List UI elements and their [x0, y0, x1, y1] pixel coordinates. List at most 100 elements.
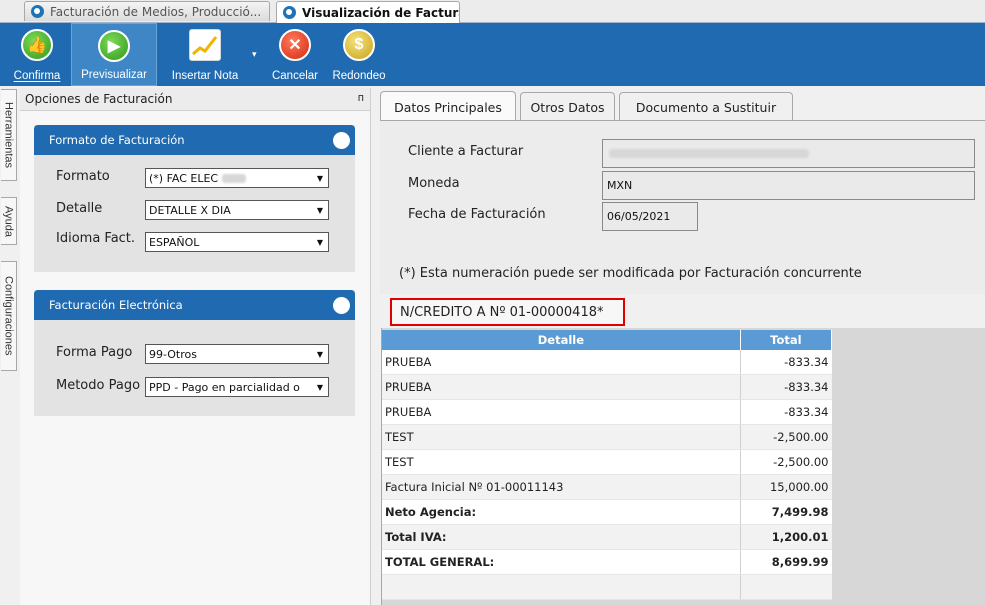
- fecha-label: Fecha de Facturación: [408, 207, 546, 222]
- forma-pago-row: Forma Pago: [56, 345, 132, 360]
- column-header-total[interactable]: Total: [740, 330, 833, 350]
- previsualizar-label: Previsualizar: [81, 69, 147, 81]
- metodo-pago-select[interactable]: PPD - Pago en parcialidad o ▼: [145, 377, 329, 397]
- collapse-icon[interactable]: [333, 297, 350, 314]
- group-header: Facturación Electrónica: [34, 290, 355, 320]
- toolbar-ribbon: 👍 Confirma ▶ Previsualizar Insertar Nota…: [0, 23, 985, 86]
- side-tab-ayuda[interactable]: Ayuda: [1, 197, 17, 245]
- detalle-cell: PRUEBA: [382, 350, 741, 375]
- insertar-nota-dropdown-icon[interactable]: ▾: [252, 50, 257, 60]
- chevron-down-icon: ▼: [312, 169, 328, 187]
- idioma-row: Idioma Fact.: [56, 231, 135, 246]
- grid-header-row: Detalle Total: [382, 330, 833, 350]
- detalle-select[interactable]: DETALLE X DIA ▼: [145, 200, 329, 220]
- moneda-value: MXN: [607, 179, 633, 192]
- cancelar-label: Cancelar: [271, 70, 319, 82]
- group-title: Formato de Facturación: [49, 133, 185, 147]
- redondeo-button[interactable]: $ Redondeo: [328, 23, 390, 86]
- group-title: Facturación Electrónica: [49, 298, 183, 312]
- panel-title: Opciones de Facturación: [25, 92, 173, 106]
- redacted-text: [609, 149, 809, 158]
- total-cell: -833.34: [739, 374, 832, 400]
- forma-pago-select[interactable]: 99-Otros ▼: [145, 344, 329, 364]
- cancel-icon: ✕: [279, 29, 311, 61]
- forma-pago-value: 99-Otros: [149, 347, 197, 361]
- total-cell: 8,699.99: [739, 549, 832, 575]
- idioma-label: Idioma Fact.: [56, 231, 136, 246]
- confirma-label: Confirma: [13, 70, 61, 82]
- total-cell: -833.34: [739, 350, 832, 375]
- detalle-cell: Total IVA:: [382, 524, 741, 550]
- column-header-detalle[interactable]: Detalle: [382, 330, 741, 350]
- metodo-pago-value: PPD - Pago en parcialidad o: [149, 380, 300, 394]
- formato-label: Formato: [56, 169, 110, 184]
- table-row[interactable]: PRUEBA -833.34: [382, 399, 832, 425]
- total-cell: 15,000.00: [739, 474, 832, 500]
- idioma-value: ESPAÑOL: [149, 235, 200, 249]
- tab-label: N/CREDITO A Nº 01-00000418*: [400, 304, 604, 320]
- previsualizar-button[interactable]: ▶ Previsualizar: [71, 23, 157, 86]
- detalle-cell: Neto Agencia:: [382, 499, 741, 525]
- side-tab-label: Herramientas: [2, 101, 15, 169]
- side-tab-herramientas[interactable]: Herramientas: [1, 89, 17, 181]
- app-tab-icon: [283, 6, 296, 19]
- table-row[interactable]: TOTAL GENERAL: 8,699.99: [382, 549, 832, 575]
- factura-detail-panel: Datos Principales Otros Datos Documento …: [371, 88, 985, 605]
- insertar-nota-button[interactable]: Insertar Nota: [160, 23, 250, 86]
- fecha-field[interactable]: 06/05/2021: [602, 202, 698, 231]
- formato-row: Formato: [56, 169, 110, 184]
- detalle-row: Detalle: [56, 201, 102, 216]
- collapse-icon[interactable]: [333, 132, 350, 149]
- cliente-label: Cliente a Facturar: [408, 144, 524, 159]
- redacted-text: [222, 173, 247, 183]
- tab-facturacion-medios[interactable]: Facturación de Medios, Producció...: [24, 1, 270, 21]
- detalle-cell: TEST: [382, 449, 741, 475]
- thumbs-up-icon: 👍: [21, 29, 53, 61]
- detalle-cell: TOTAL GENERAL:: [382, 549, 741, 575]
- tab-label: Otros Datos: [530, 99, 605, 115]
- table-row[interactable]: PRUEBA -833.34: [382, 374, 832, 400]
- metodo-pago-label: Metodo Pago: [56, 378, 141, 393]
- pin-icon[interactable]: ᴨ: [358, 91, 364, 104]
- chart-icon: [189, 29, 221, 61]
- moneda-field[interactable]: MXN: [602, 171, 975, 200]
- detalle-value: DETALLE X DIA: [149, 203, 231, 217]
- insertar-nota-label: Insertar Nota: [171, 70, 239, 82]
- total-cell: [739, 574, 832, 600]
- tab-label: Documento a Sustituir: [635, 99, 777, 115]
- side-tab-configuraciones[interactable]: Configuraciones: [1, 261, 17, 371]
- metodo-pago-row: Metodo Pago: [56, 378, 140, 393]
- confirma-button[interactable]: 👍 Confirma: [6, 23, 68, 86]
- detalle-label: Detalle: [56, 201, 103, 216]
- chevron-down-icon: ▼: [312, 378, 328, 396]
- cancelar-button[interactable]: ✕ Cancelar: [266, 23, 324, 86]
- side-tab-label: Configuraciones: [2, 276, 15, 356]
- tab-label: Visualización de Factura: [302, 5, 460, 20]
- redondeo-label: Redondeo: [332, 70, 386, 82]
- table-row[interactable]: TEST -2,500.00: [382, 449, 832, 475]
- credit-tabbar: N/CREDITO A Nº 01-00000418*: [380, 298, 985, 328]
- table-row[interactable]: [382, 574, 832, 600]
- table-row[interactable]: Total IVA: 1,200.01: [382, 524, 832, 550]
- grid-body: PRUEBA -833.34 PRUEBA -833.34 PRUEBA -833.34 T…: [382, 350, 832, 600]
- cliente-field[interactable]: [602, 139, 975, 168]
- formato-value: (*) FAC ELEC: [149, 171, 219, 185]
- facturacion-electronica-group: Facturación Electrónica Forma Pago 99-Ot…: [34, 290, 355, 416]
- table-row[interactable]: PRUEBA -833.34: [382, 350, 832, 375]
- total-cell: -2,500.00: [739, 449, 832, 475]
- panel-header: Opciones de Facturación ᴨ: [20, 88, 370, 111]
- fecha-value: 06/05/2021: [607, 210, 671, 223]
- table-row[interactable]: Neto Agencia: 7,499.98: [382, 499, 832, 525]
- side-tab-strip: Herramientas Ayuda Configuraciones: [0, 87, 18, 605]
- group-header: Formato de Facturación: [34, 125, 355, 155]
- tab-visualizacion-factura[interactable]: Visualización de Factura: [276, 1, 460, 23]
- tab-otros-datos[interactable]: Otros Datos: [520, 92, 615, 121]
- formato-select[interactable]: (*) FAC ELEC ▼: [145, 168, 329, 188]
- tab-nota-credito[interactable]: N/CREDITO A Nº 01-00000418*: [390, 298, 625, 326]
- table-row[interactable]: Factura Inicial Nº 01-00011143 15,000.00: [382, 474, 832, 500]
- table-row[interactable]: TEST -2,500.00: [382, 424, 832, 450]
- app-tab-icon: [31, 5, 44, 18]
- tab-documento-sustituir[interactable]: Documento a Sustituir: [619, 92, 793, 121]
- tab-datos-principales[interactable]: Datos Principales: [380, 91, 516, 122]
- idioma-select[interactable]: ESPAÑOL ▼: [145, 232, 329, 252]
